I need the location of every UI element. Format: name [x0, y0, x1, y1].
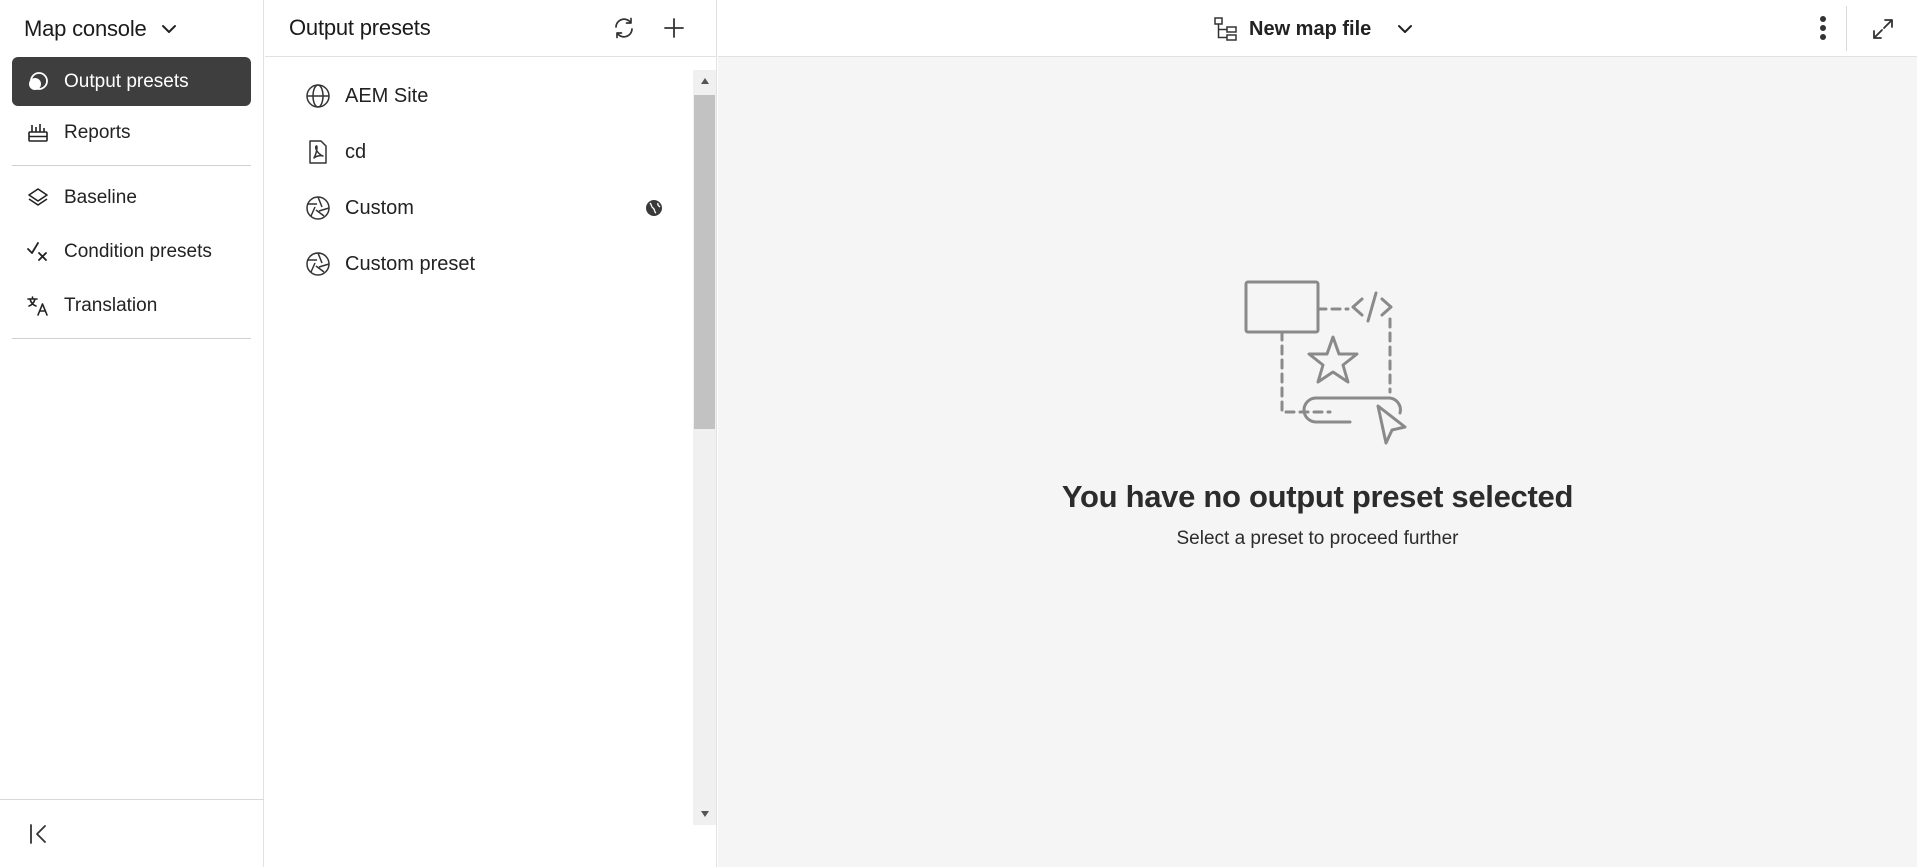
chevron-down-icon[interactable] [1395, 19, 1415, 39]
map-file-switcher[interactable]: New map file [1213, 12, 1415, 46]
nav-item-translation[interactable]: Translation [12, 284, 251, 328]
nav-group-primary: Output presets Reports [0, 57, 263, 155]
pdf-file-icon [305, 139, 331, 165]
empty-state-subtitle: Select a preset to proceed further [1176, 528, 1459, 549]
nav-item-label: Translation [64, 295, 158, 316]
preset-label: Custom [345, 196, 414, 219]
output-presets-panel: Output presets AEM Site cd Custom Custom… [265, 0, 717, 867]
header-divider [1846, 6, 1847, 51]
preset-label: Custom preset [345, 252, 476, 275]
empty-state-title: You have no output preset selected [1061, 479, 1574, 514]
preset-item-custom-preset[interactable]: Custom preset [265, 236, 693, 292]
nav-item-reports[interactable]: Reports [12, 111, 251, 155]
panel-title: Output presets [289, 15, 431, 40]
tree-structure-icon [1213, 16, 1239, 42]
console-switcher[interactable]: Map console [0, 0, 263, 57]
presets-header: Output presets [265, 0, 716, 57]
main-header: New map file [718, 0, 1917, 57]
nav-item-condition-presets[interactable]: Condition presets [12, 230, 251, 274]
aperture-icon [305, 251, 331, 277]
nav-item-label: Output presets [64, 70, 189, 92]
collapse-left-icon[interactable] [26, 821, 52, 847]
preset-item-cd[interactable]: cd [265, 124, 693, 180]
refresh-icon[interactable] [610, 14, 638, 42]
translate-icon [26, 294, 50, 318]
side-navigation: Map console Output presets Reports Basel… [0, 0, 264, 867]
nav-item-label: Reports [64, 122, 131, 143]
output-presets-icon [26, 70, 50, 94]
preset-item-aem-site[interactable]: AEM Site [265, 68, 693, 124]
global-badge-icon [645, 199, 663, 217]
preset-label: cd [345, 140, 367, 163]
scroll-thumb[interactable] [694, 95, 715, 429]
nav-item-label: Baseline [64, 187, 137, 208]
preset-label: AEM Site [345, 84, 429, 107]
add-icon[interactable] [660, 14, 688, 42]
more-vertical-icon[interactable] [1808, 12, 1838, 44]
nav-group-secondary: Baseline Condition presets Translation [0, 176, 263, 328]
aperture-icon [305, 195, 331, 221]
nav-item-baseline[interactable]: Baseline [12, 176, 251, 220]
main-content: New map file You have no output preset s… [718, 0, 1917, 867]
reports-icon [26, 121, 50, 145]
nav-item-output-presets[interactable]: Output presets [12, 57, 251, 106]
nav-divider [12, 338, 251, 339]
empty-state: You have no output preset selected Selec… [718, 57, 1917, 867]
scroll-up-arrow-icon[interactable] [693, 70, 716, 92]
console-title: Map console [24, 15, 147, 41]
scroll-down-arrow-icon[interactable] [693, 803, 716, 825]
condition-icon [26, 240, 50, 264]
preset-item-custom[interactable]: Custom [265, 180, 693, 236]
empty-state-illustration [1244, 280, 1407, 445]
preset-list-scrollbar[interactable] [693, 70, 716, 825]
expand-icon[interactable] [1868, 14, 1898, 44]
map-file-name: New map file [1249, 17, 1372, 40]
nav-item-label: Condition presets [64, 241, 212, 262]
presets-actions [610, 14, 688, 42]
layers-icon [26, 186, 50, 210]
chevron-down-icon[interactable] [159, 19, 179, 39]
nav-footer [0, 799, 264, 867]
nav-divider [12, 165, 251, 166]
preset-list: AEM Site cd Custom Custom preset [265, 68, 693, 292]
globe-icon [305, 83, 331, 109]
